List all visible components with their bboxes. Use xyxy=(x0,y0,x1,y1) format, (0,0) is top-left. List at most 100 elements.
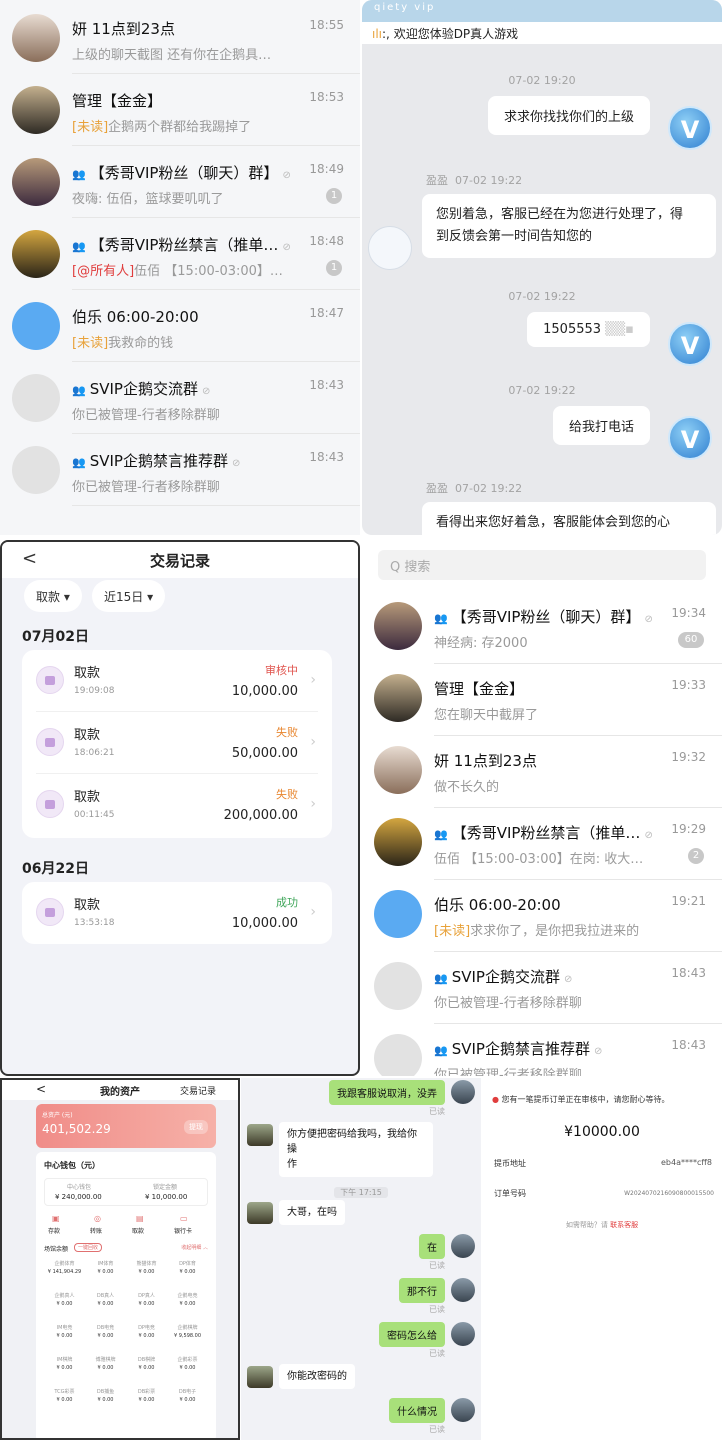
chat-name: 伯乐 06:00-20:00 xyxy=(434,896,561,914)
chat-item[interactable]: 👥 【秀哥VIP粉丝（聊天）群】 ⊘ 19:34 神经病: 存2000 60 xyxy=(362,592,722,664)
contact-avatar xyxy=(247,1366,273,1388)
chat-item[interactable]: 👥 【秀哥VIP粉丝禁言（推单… ⊘ 18:48 [@所有人]伍佰 【15:00-0… xyxy=(0,220,360,290)
alert-icon: ● xyxy=(492,1095,502,1104)
chat-time: 18:43 xyxy=(671,966,706,980)
unread-badge: 60 xyxy=(678,632,704,648)
chat-time: 18:47 xyxy=(309,306,344,320)
msg-line: 到反馈会第一时间告知您的 xyxy=(436,229,593,244)
chat-item[interactable]: 👥 SVIP企鹅交流群 ⊘ 18:43 你已被管理-行者移除群聊 xyxy=(362,952,722,1024)
notice-text: 您有一笔提币订单正在审核中，请您耐心等待。 xyxy=(501,1095,670,1104)
chat-item[interactable]: 管理【金金】 19:33 您在聊天中截屏了 xyxy=(362,664,722,736)
chat-item[interactable]: 👥 SVIP企鹅交流群 ⊘ 18:43 你已被管理-行者移除群聊 xyxy=(0,364,360,434)
chat-name: 👥 【秀哥VIP粉丝（聊天）群】 ⊘ xyxy=(434,606,664,627)
wallet-card: 中心钱包（元） 中心钱包 ¥ 240,000.00 锁定金额 ¥ 10,000.… xyxy=(36,1152,216,1438)
chat-name-text: 【秀哥VIP粉丝（聊天）群】 xyxy=(451,608,641,626)
unread-badge: 1 xyxy=(326,260,342,276)
collapse-toggle[interactable]: 收起明细 ︿ xyxy=(181,1244,208,1251)
tx-time: 19:09:08 xyxy=(74,686,115,696)
chat-list-panel-1: 妍 11点到23点 18:55 上级的聊天截图 还有你在企鹅具… 管理【金金】 … xyxy=(0,0,360,535)
recycle-button[interactable]: 一键回收 xyxy=(74,1243,103,1252)
action-withdraw[interactable]: 取款 xyxy=(132,1226,144,1235)
date-header: 06月22日 xyxy=(22,861,89,877)
chat-name-text: SVIP企鹅禁言推荐群 xyxy=(89,452,228,470)
sent-message: 我跟客服说取消，没弄 xyxy=(329,1080,445,1105)
chat-preview: 上级的聊天截图 还有你在企鹅具… xyxy=(72,48,272,63)
type-filter[interactable]: 取款 ▾ xyxy=(24,580,82,612)
transaction-row[interactable]: 取款 13:53:18 成功 10,000.00 › xyxy=(22,882,332,944)
chevron-right-icon: › xyxy=(310,672,316,688)
transaction-card: 取款 13:53:18 成功 10,000.00 › xyxy=(22,882,332,944)
page-title: 交易记录 xyxy=(149,552,210,570)
chat-name-text: 【秀哥VIP粉丝（聊天）群】 xyxy=(89,164,279,182)
date-filter[interactable]: 近15日 ▾ xyxy=(92,580,166,612)
venue-cell: 博雅棋牌 ¥ 0.00 xyxy=(85,1356,126,1371)
chat-name: 👥 【秀哥VIP粉丝禁言（推单… ⊘ xyxy=(72,234,302,255)
group-icon: 👥 xyxy=(434,612,448,625)
transaction-records-link[interactable]: 交易记录 xyxy=(180,1084,216,1097)
venue-balance: ¥ 141,904.29 xyxy=(47,1269,82,1275)
venue-cell: IM棋牌 ¥ 0.00 xyxy=(44,1356,85,1371)
action-deposit[interactable]: 存款 xyxy=(48,1226,60,1235)
chat-name: 管理【金金】 xyxy=(434,680,525,698)
chat-item[interactable]: 管理【金金】 18:53 [未读]企鹅两个群都给我踢掉了 xyxy=(0,76,360,146)
timestamp: 07-02 19:22 xyxy=(455,174,523,187)
venue-cell: 熊猫体育 ¥ 0.00 xyxy=(126,1260,167,1275)
timestamp: 下午 17:15 xyxy=(334,1187,388,1198)
venue-name: 企鹅体育 xyxy=(54,1261,75,1267)
venue-balance: ¥ 0.00 xyxy=(97,1269,114,1275)
tx-status: 审核中 xyxy=(265,664,298,677)
chat-item[interactable]: 妍 11点到23点 18:55 上级的聊天截图 还有你在企鹅具… xyxy=(0,4,360,74)
venue-balance: ¥ 0.00 xyxy=(179,1365,196,1371)
chat-item[interactable]: 伯乐 06:00-20:00 19:21 [未读]求求你了，是你把我拉进来的 xyxy=(362,880,722,952)
chat-name: 妍 11点到23点 xyxy=(72,20,175,38)
msg-line: 你方便把密码给我吗，我给你操 xyxy=(287,1129,417,1155)
action-transfer[interactable]: 转账 xyxy=(90,1226,102,1235)
received-message: 您别着急，客服已经在为您进行处理了，得 到反馈会第一时间告知您的 xyxy=(422,194,716,258)
pending-notice: ● 您有一笔提币订单正在审核中，请您耐心等待。 xyxy=(492,1094,670,1105)
venue-cell: DB电竞 ¥ 0.00 xyxy=(85,1324,126,1339)
unread-tag: [未读] xyxy=(434,924,471,939)
msg-line: 您别着急，客服已经在为您进行处理了，得 xyxy=(436,207,684,222)
tx-time: 13:53:18 xyxy=(74,918,115,928)
chat-item[interactable]: 👥 【秀哥VIP粉丝禁言（推单… ⊘ 19:29 伍佰 【15:00-03:00】在… xyxy=(362,808,722,880)
divider xyxy=(72,361,360,362)
date-header: 07月02日 xyxy=(22,629,89,645)
read-status: 已读 xyxy=(429,1107,445,1116)
venue-cell: 企鹅电竞 ¥ 0.00 xyxy=(167,1292,208,1307)
chat-item[interactable]: 👥 SVIP企鹅禁言推荐群 ⊘ 18:43 你已被管理-行者移除群聊 xyxy=(362,1024,722,1076)
unread-tag: [未读] xyxy=(72,120,109,135)
chat-time: 18:48 xyxy=(309,234,344,248)
venue-name: DB真人 xyxy=(96,1293,115,1299)
chat-preview: 您在聊天中截屏了 xyxy=(434,708,539,723)
chat-name: 👥 SVIP企鹅交流群 ⊘ xyxy=(434,966,664,987)
timestamp-row: 下午 17:15 xyxy=(241,1180,481,1199)
transaction-row[interactable]: 取款 00:11:45 失败 200,000.00 › xyxy=(22,774,332,836)
venue-balance: ¥ 0.00 xyxy=(56,1301,73,1307)
divider xyxy=(72,289,360,290)
venue-cell: TCG彩票 ¥ 0.00 xyxy=(44,1388,85,1403)
msg-text: 1505553 xyxy=(543,322,602,337)
chat-item[interactable]: 妍 11点到23点 19:32 做不长久的 xyxy=(362,736,722,808)
venue-name: IM体育 xyxy=(97,1261,114,1267)
chat-item[interactable]: 伯乐 06:00-20:00 18:47 [未读]我救命的钱 xyxy=(0,292,360,362)
divider xyxy=(72,505,360,506)
venue-cell: 企鹅彩票 ¥ 0.00 xyxy=(167,1356,208,1371)
sender-name: 盈盈 xyxy=(426,174,448,187)
chat-name-text: 【秀哥VIP粉丝禁言（推单… xyxy=(451,824,641,842)
transaction-records-panel: < 交易记录 取款 ▾ 近15日 ▾ 07月02日 取款 19:09:08 审核… xyxy=(0,540,360,1076)
user-avatar: V xyxy=(668,322,712,366)
transaction-row[interactable]: 取款 18:06:21 失败 50,000.00 › xyxy=(22,712,332,774)
preview-text: 企鹅两个群都给我踢掉了 xyxy=(108,120,252,135)
chat-item[interactable]: 👥 SVIP企鹅禁言推荐群 ⊘ 18:43 你已被管理-行者移除群聊 xyxy=(0,436,360,506)
mute-icon: ⊘ xyxy=(282,170,291,181)
tx-label: 取款 xyxy=(74,790,101,805)
action-bank-card[interactable]: 银行卡 xyxy=(174,1226,192,1235)
withdraw-button[interactable]: 提现 xyxy=(184,1120,208,1134)
contact-support-link[interactable]: 联系客服 xyxy=(610,1221,638,1229)
search-input[interactable]: Q 搜索 xyxy=(378,550,706,580)
transaction-row[interactable]: 取款 19:09:08 审核中 10,000.00 › xyxy=(22,650,332,712)
bank-card-icon: ▭ xyxy=(180,1214,188,1223)
chat-item[interactable]: 👥 【秀哥VIP粉丝（聊天）群】 ⊘ 18:49 夜嗨: 伍佰，篮球要叽叽了 1 xyxy=(0,148,360,218)
help-line: 如需帮助？请 联系客服 xyxy=(482,1220,722,1230)
avatar xyxy=(374,890,422,938)
